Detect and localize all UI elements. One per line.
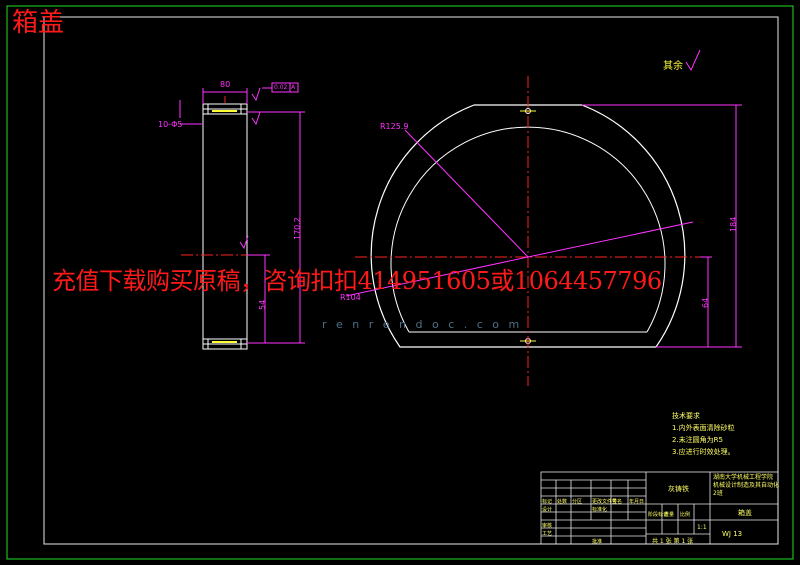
side-hole-note: 10-Φ5 bbox=[158, 120, 183, 129]
role-process: 工艺 bbox=[542, 531, 553, 537]
side-lower-label: 54 bbox=[258, 299, 267, 310]
project-cell: 机械设计制造及其自动化 bbox=[713, 482, 780, 489]
rev-col-count: 处数 bbox=[557, 499, 568, 505]
front-view bbox=[345, 49, 742, 386]
role-design: 设计 bbox=[542, 507, 553, 513]
part-name-cell: 箱盖 bbox=[738, 509, 752, 517]
weight-label: 重量 bbox=[664, 512, 675, 518]
scale-cell: 1:1 bbox=[697, 524, 707, 531]
scale-label: 比例 bbox=[680, 512, 691, 518]
overlay-text: 充值下载购买原稿，咨询扣扣414951605或1064457796 bbox=[52, 267, 662, 295]
page-title: 箱盖 bbox=[12, 8, 65, 38]
project2-cell: 2班 bbox=[713, 490, 723, 497]
rev-col-zone: 分区 bbox=[572, 499, 583, 505]
tech-req-heading: 技术要求 bbox=[672, 412, 700, 420]
side-top-width-label: 80 bbox=[220, 80, 231, 89]
front-lower-label: 64 bbox=[701, 297, 710, 308]
rev-col-sign: 签名 bbox=[612, 499, 623, 505]
sheet-cell: 共 1 张 第 1 张 bbox=[652, 538, 694, 545]
side-height-label: 170.2 bbox=[293, 217, 302, 240]
watermark-text: r e n r e n d o c . c o m bbox=[322, 318, 523, 331]
side-body bbox=[202, 103, 248, 350]
tol-datum-label: A bbox=[291, 84, 296, 91]
tol-value-label: 0.02 bbox=[274, 84, 288, 91]
school-cell: 湖南大学机械工程学院 bbox=[713, 474, 774, 481]
drawing-no-cell: WJ 13 bbox=[722, 530, 743, 538]
tech-req-item: 3.应进行时效处理。 bbox=[672, 448, 735, 456]
tech-req-item: 1.内外表面清除砂粒 bbox=[672, 424, 735, 432]
radius-outer-label: R125.9 bbox=[380, 122, 409, 131]
front-height-label: 184 bbox=[729, 216, 738, 232]
roughness-label: 其余 bbox=[663, 61, 683, 72]
role-standard: 标准化 bbox=[592, 507, 608, 513]
role-approve: 批准 bbox=[592, 539, 603, 545]
tech-req-item: 2.未注圆角为R5 bbox=[672, 436, 723, 444]
rev-col-date: 年月日 bbox=[629, 499, 645, 505]
side-view bbox=[179, 82, 305, 350]
material-cell: 灰铸铁 bbox=[668, 485, 689, 493]
